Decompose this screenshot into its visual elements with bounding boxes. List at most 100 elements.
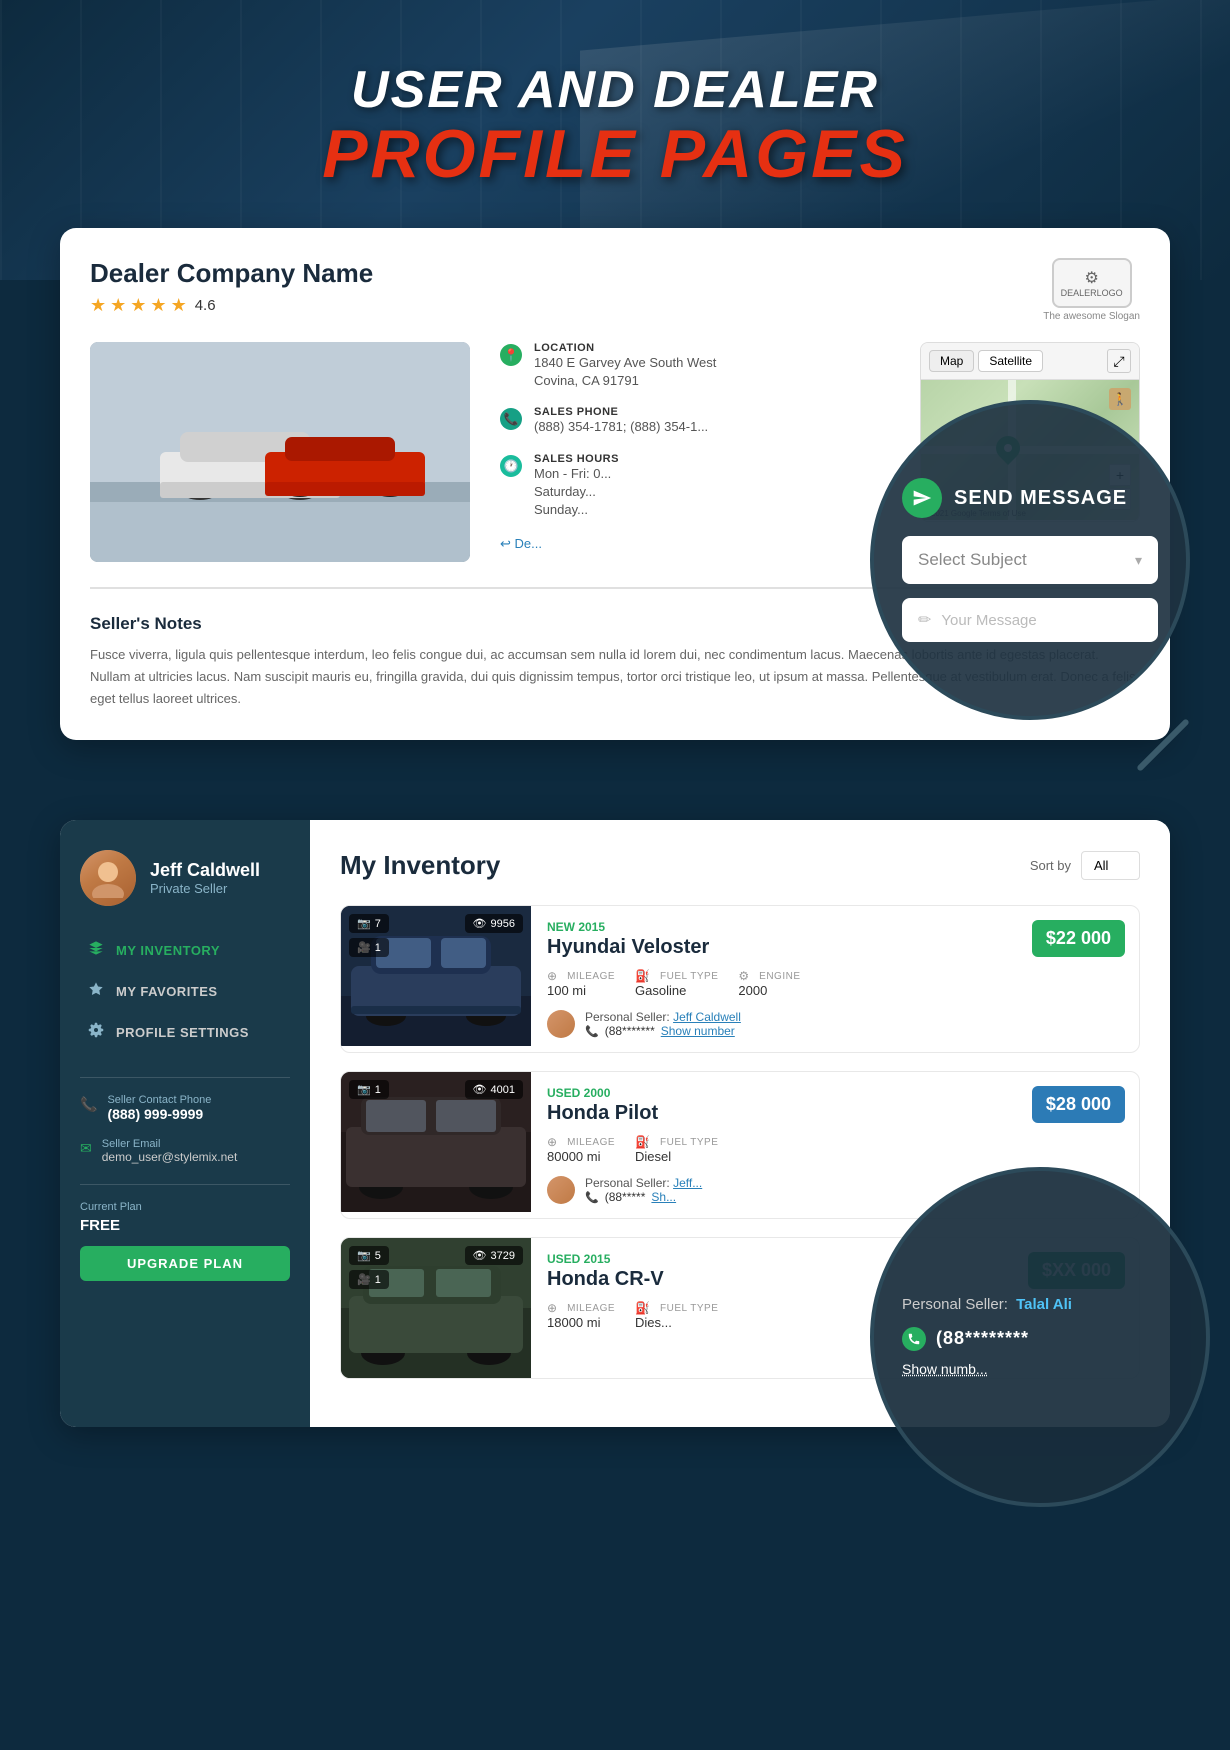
sidebar-nav: MY INVENTORY MY FAVORITES PROFILE SETTIN… <box>80 930 290 1053</box>
mileage-value-1: 100 mi <box>547 983 615 998</box>
page-title: USER AND DEALER PROFILE PAGES <box>60 40 1170 188</box>
favorites-nav-label: MY FAVORITES <box>116 984 218 999</box>
upgrade-plan-button[interactable]: UPGRADE PLAN <box>80 1246 290 1281</box>
phone-masked-2: (88***** <box>605 1190 646 1204</box>
profile-sidebar: Jeff Caldwell Private Seller MY INVENTOR… <box>60 820 310 1427</box>
mileage-label-3: MILEAGE <box>567 1303 615 1314</box>
seller-phone-2: 📞 (88***** Sh... <box>585 1190 702 1204</box>
car-model-1: Hyundai Veloster <box>547 936 1003 959</box>
avatar-image <box>80 850 136 906</box>
magnifier-profile-content: Personal Seller: Talal Ali (88******** S… <box>874 1268 1206 1407</box>
sort-label: Sort by <box>1030 858 1071 873</box>
mileage-label-2: MILEAGE <box>567 1137 615 1148</box>
video-icon-1: 🎥 <box>357 941 371 954</box>
mileage-icon-2: ⊕ <box>547 1135 557 1149</box>
car-photos-badge-1: 📷 7 <box>349 914 389 933</box>
seller-details-2: Personal Seller: Jeff... 📞 (88***** Sh..… <box>585 1176 702 1204</box>
fuel-icon-2: ⛽ <box>635 1135 650 1149</box>
logo-sub: The awesome Slogan <box>1043 311 1140 322</box>
seller-name-link-2[interactable]: Jeff... <box>673 1176 702 1190</box>
contact-phone-label: Seller Contact Phone <box>107 1094 211 1106</box>
seller-avatar-1 <box>547 1010 575 1038</box>
photos-count-3: 5 <box>375 1250 381 1262</box>
profile-section-wrapper: Jeff Caldwell Private Seller MY INVENTOR… <box>60 820 1170 1427</box>
spec-fuel-1: ⛽ FUEL TYPE Gasoline <box>635 969 718 998</box>
sidebar-item-settings[interactable]: PROFILE SETTINGS <box>80 1012 290 1053</box>
views-count-2: 4001 <box>491 1084 515 1096</box>
star-2: ★ <box>110 295 126 316</box>
hours-item: 🕐 SALES HOURS Mon - Fri: 0...Saturday...… <box>500 453 890 520</box>
phone-icon: 📞 <box>500 408 522 430</box>
show-number-1[interactable]: Show number <box>661 1024 735 1038</box>
fuel-label-2: FUEL TYPE <box>660 1137 718 1148</box>
email-contact-icon: ✉ <box>80 1140 92 1157</box>
map-expand-button[interactable]: ⤢ <box>1107 349 1131 373</box>
mag-seller-name: Talal Ali <box>1016 1296 1072 1313</box>
dealer-image <box>90 342 470 562</box>
video-count-3: 1 <box>375 1274 381 1286</box>
avatar <box>80 850 136 906</box>
spec-fuel-3: ⛽ FUEL TYPE Dies... <box>635 1301 718 1330</box>
spec-fuel-2: ⛽ FUEL TYPE Diesel <box>635 1135 718 1164</box>
dealer-header: Dealer Company Name ★ ★ ★ ★ ★ 4.6 ⚙ DEAL… <box>90 258 1140 322</box>
seller-phone-1: 📞 (88******* Show number <box>585 1024 741 1038</box>
dealer-link-text: ↩ De... <box>500 536 542 551</box>
magnifier-handle <box>1136 718 1190 772</box>
star-1: ★ <box>90 295 106 316</box>
magnifier-inner: SEND MESSAGE Select Subject ▾ ✏ Your Mes… <box>874 454 1186 666</box>
mag-show-button[interactable]: Show numb... <box>902 1361 988 1377</box>
location-icon: 📍 <box>500 344 522 366</box>
car-listing-image-2: 📷 1 👁 4001 <box>341 1072 531 1212</box>
price-tag-1: $22 000 <box>1032 920 1125 957</box>
title-line2: PROFILE PAGES <box>60 120 1170 188</box>
views-count-3: 3729 <box>491 1250 515 1262</box>
title-line1: USER AND DEALER <box>60 60 1170 120</box>
select-subject-text: Select Subject <box>918 550 1027 570</box>
profile-magnifier: Personal Seller: Talal Ali (88******** S… <box>870 1167 1210 1507</box>
dealer-name-area: Dealer Company Name ★ ★ ★ ★ ★ 4.6 <box>90 258 373 316</box>
dealer-name: Dealer Company Name <box>90 258 373 289</box>
phone-text: SALES PHONE (888) 354-1781; (888) 354-1.… <box>534 406 708 436</box>
spec-mileage-3: ⊕ MILEAGE 18000 mi <box>547 1301 615 1330</box>
sidebar-item-favorites[interactable]: MY FAVORITES <box>80 971 290 1012</box>
paper-plane-icon <box>912 488 932 508</box>
mag-seller-row: Personal Seller: Talal Ali <box>902 1296 1178 1313</box>
select-subject-box[interactable]: Select Subject ▾ <box>902 536 1158 584</box>
dealer-info: 📍 LOCATION 1840 E Garvey Ave South WestC… <box>490 342 900 562</box>
plan-label: Current Plan <box>80 1201 290 1213</box>
message-input-box[interactable]: ✏ Your Message <box>902 598 1158 642</box>
phone-item: 📞 SALES PHONE (888) 354-1781; (888) 354-… <box>500 406 890 436</box>
mileage-icon-3: ⊕ <box>547 1301 557 1315</box>
send-message-magnifier: SEND MESSAGE Select Subject ▾ ✏ Your Mes… <box>870 400 1190 720</box>
car-condition-2: USED 2000 <box>547 1086 1003 1100</box>
show-number-2[interactable]: Sh... <box>651 1190 676 1204</box>
sidebar-item-inventory[interactable]: MY INVENTORY <box>80 930 290 971</box>
profile-avatar-area: Jeff Caldwell Private Seller <box>80 850 290 906</box>
camera-icon-2: 📷 <box>357 1083 371 1096</box>
sort-select[interactable]: All <box>1081 851 1140 880</box>
sidebar-divider-1 <box>80 1077 290 1078</box>
rating-stars: ★ ★ ★ ★ ★ 4.6 <box>90 295 373 316</box>
contact-email-text: Seller Email demo_user@stylemix.net <box>102 1138 238 1164</box>
fuel-value-1: Gasoline <box>635 983 718 998</box>
fuel-value-2: Diesel <box>635 1149 718 1164</box>
camera-icon-3: 📷 <box>357 1249 371 1262</box>
car-listing-image-3: 📷 5 🎥 1 👁 3729 <box>341 1238 531 1378</box>
seller-name-link-1[interactable]: Jeff Caldwell <box>673 1010 741 1024</box>
profile-name: Jeff Caldwell <box>150 860 260 881</box>
engine-value-1: 2000 <box>738 983 800 998</box>
rating-number: 4.6 <box>195 297 216 314</box>
car-specs-2: ⊕ MILEAGE 80000 mi ⛽ FUEL TYPE Di <box>547 1135 1003 1164</box>
contact-email-item: ✉ Seller Email demo_user@stylemix.net <box>80 1138 290 1164</box>
satellite-button[interactable]: Satellite <box>978 350 1043 372</box>
sort-area: Sort by All <box>1030 851 1140 880</box>
dealer-page-link[interactable]: ↩ De... <box>500 536 542 551</box>
dealer-logo: ⚙ DEALERLOGO The awesome Slogan <box>1043 258 1140 322</box>
settings-nav-label: PROFILE SETTINGS <box>116 1025 249 1040</box>
phone-label: SALES PHONE <box>534 406 708 418</box>
gear-icon <box>88 1022 104 1043</box>
car-specs-1: ⊕ MILEAGE 100 mi ⛽ FUEL TYPE Gaso <box>547 969 1003 998</box>
hours-text: SALES HOURS Mon - Fri: 0...Saturday...Su… <box>534 453 619 520</box>
car-views-badge-3: 👁 3729 <box>465 1246 523 1265</box>
map-button[interactable]: Map <box>929 350 974 372</box>
